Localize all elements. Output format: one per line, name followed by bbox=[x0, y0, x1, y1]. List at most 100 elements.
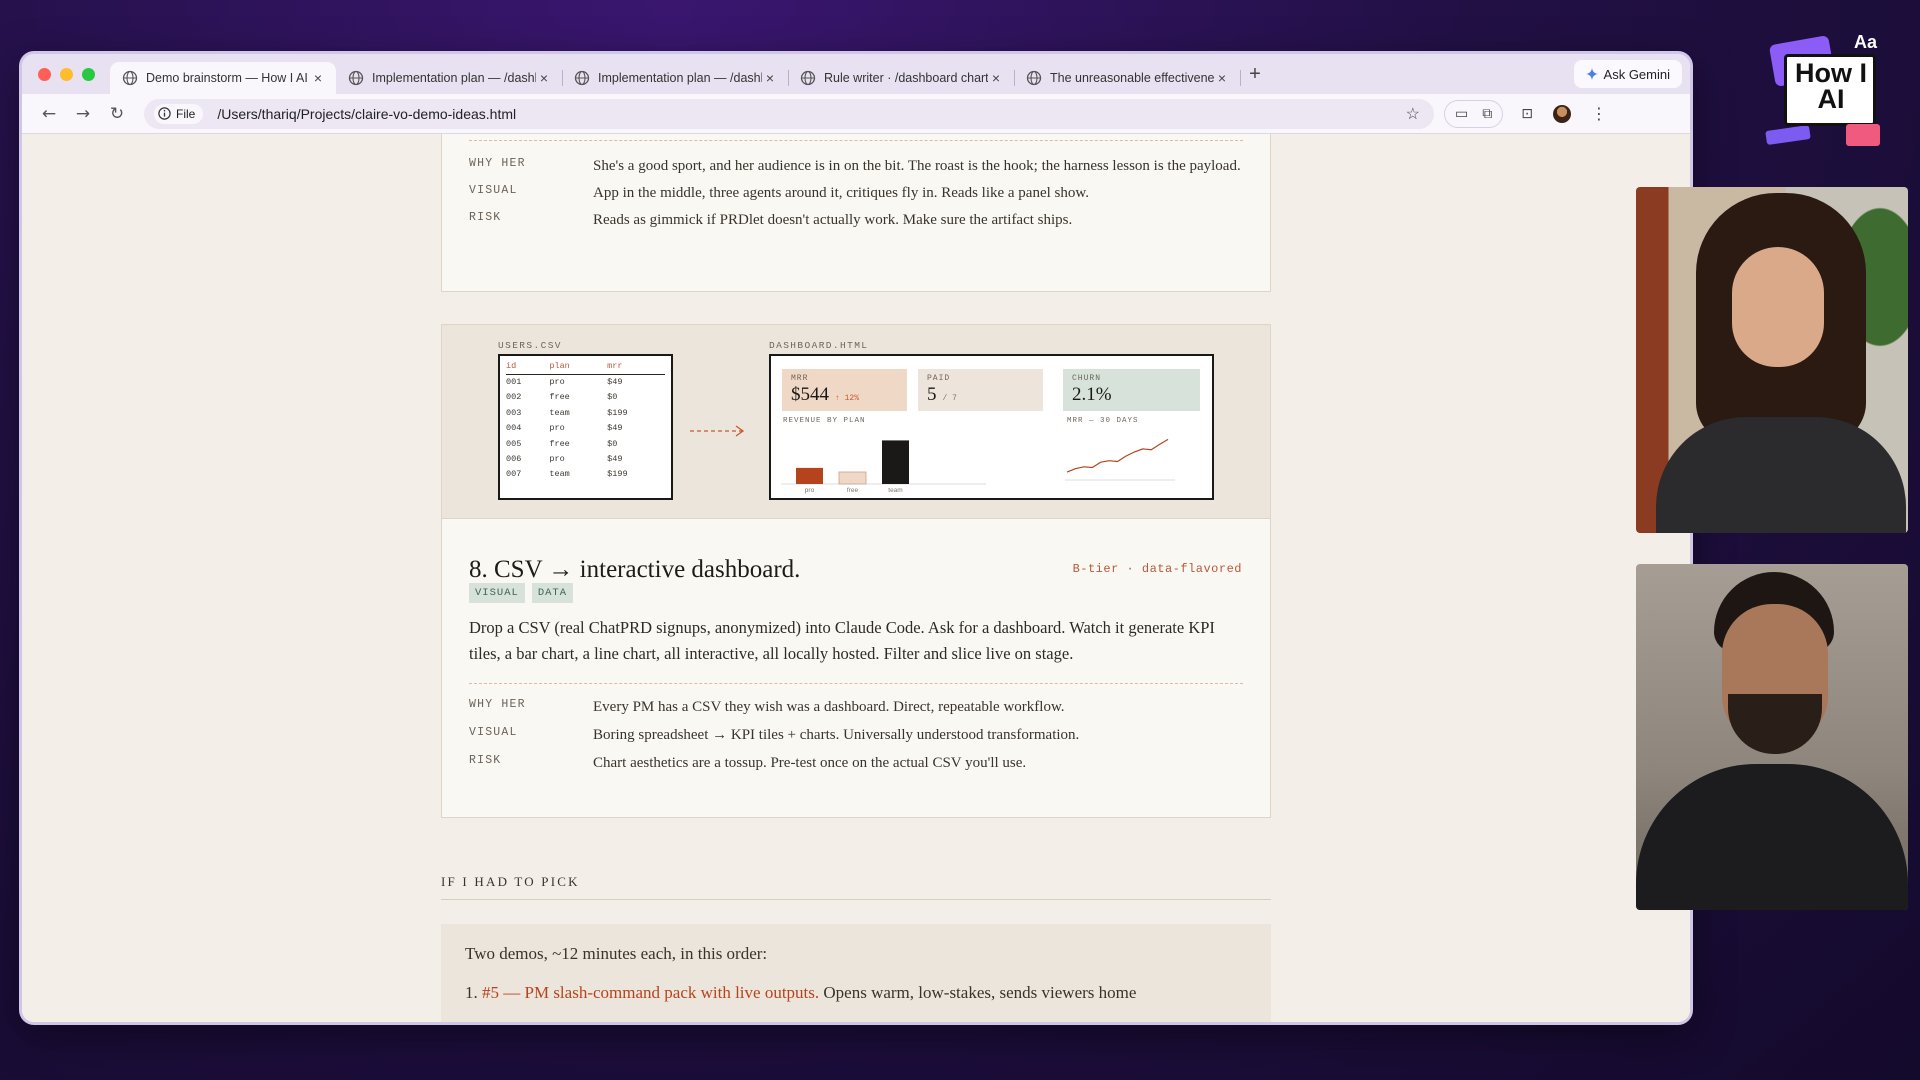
new-tab-button[interactable]: + bbox=[1240, 63, 1270, 86]
idea-card-8: USERS.CSV id plan mrr 001 pro $49 002 free $0 00… bbox=[441, 324, 1271, 818]
bookmark-star-icon[interactable]: ☆ bbox=[1406, 104, 1420, 124]
browser-window: Demo brainstorm — How I AI × Implementat… bbox=[22, 54, 1690, 1022]
face-shape bbox=[1732, 247, 1824, 367]
csv-cell: $0 bbox=[607, 392, 618, 403]
kpi-mrr: MRR $544 ↑ 12% bbox=[782, 369, 907, 411]
globe-icon bbox=[122, 70, 138, 86]
row-value: Chart aesthetics are a tossup. Pre-test … bbox=[593, 755, 1027, 771]
decor-bar-shape bbox=[1765, 125, 1811, 145]
close-tab-icon[interactable]: × bbox=[762, 70, 778, 86]
bar-chart-caption: REVENUE BY PLAN bbox=[783, 417, 866, 425]
tab-unreasonable-effectiveness[interactable]: The unreasonable effectiveness × bbox=[1014, 62, 1241, 94]
csv-cell: pro bbox=[549, 453, 565, 464]
csv-cell: $49 bbox=[607, 377, 623, 387]
profile-avatar[interactable] bbox=[1552, 104, 1571, 123]
csv-cell: pro bbox=[549, 377, 565, 387]
csv-row: 004 pro $49 bbox=[506, 421, 665, 436]
close-tab-icon[interactable]: × bbox=[988, 70, 1004, 86]
back-arrow-icon[interactable]: ← bbox=[32, 104, 66, 124]
row-value: Every PM has a CSV they wish was a dashb… bbox=[593, 699, 1065, 715]
bar-free[interactable] bbox=[838, 471, 867, 485]
shirt-shape bbox=[1636, 764, 1908, 910]
row-visual: VISUAL Boring spreadsheet → KPI tiles + … bbox=[469, 724, 1079, 747]
csv-row: 007 team $199 bbox=[506, 467, 665, 482]
csv-cell: 006 bbox=[506, 453, 522, 464]
tab-title: Rule writer · /dashboard chart bbox=[824, 71, 988, 85]
ask-gemini-label: Ask Gemini bbox=[1603, 66, 1670, 82]
csv-cell: team bbox=[549, 407, 570, 418]
arrow-right-icon bbox=[690, 425, 745, 437]
bar-team[interactable] bbox=[882, 440, 909, 484]
revenue-by-plan-bar-chart[interactable]: pro free team bbox=[781, 426, 1051, 496]
url-text[interactable]: /Users/thariq/Projects/claire-vo-demo-id… bbox=[217, 106, 516, 122]
close-tab-icon[interactable]: × bbox=[1214, 70, 1230, 86]
row-label: WHY HER bbox=[469, 698, 526, 711]
browser-toolbar: ← → ↻ File /Users/thariq/Projects/claire… bbox=[22, 94, 1690, 134]
csv-column-header: plan bbox=[549, 360, 608, 375]
idea-title: 8. CSV → interactive dashboard. bbox=[469, 556, 801, 583]
mrr-line-chart[interactable] bbox=[1065, 426, 1205, 488]
bar-pro[interactable] bbox=[796, 467, 823, 484]
sparkle-icon bbox=[1585, 68, 1598, 80]
row-label: WHY HER bbox=[469, 157, 526, 170]
row-value: Boring spreadsheet → KPI tiles + charts.… bbox=[593, 727, 1080, 743]
dashboard-preview: MRR $544 ↑ 12% PAID 5 / 7 CHURN 2.1% REVEN… bbox=[769, 354, 1214, 500]
ask-gemini-button[interactable]: Ask Gemini bbox=[1573, 60, 1682, 88]
kpi-label: MRR bbox=[791, 374, 809, 383]
tab-search-icon[interactable]: ⊡ bbox=[1521, 106, 1533, 122]
csv-cell: 003 bbox=[506, 407, 522, 418]
mrr-series-line[interactable] bbox=[1066, 438, 1169, 473]
close-window-button[interactable] bbox=[38, 67, 51, 81]
tag-visual: VISUAL bbox=[469, 583, 525, 603]
csv-cell: $49 bbox=[607, 423, 623, 434]
tab-title: Implementation plan — /dashb bbox=[372, 71, 536, 85]
close-tab-icon[interactable]: × bbox=[536, 70, 552, 86]
tab-demo-brainstorm[interactable]: Demo brainstorm — How I AI × bbox=[110, 62, 336, 94]
row-label: VISUAL bbox=[469, 726, 518, 739]
csv-column-header: id bbox=[506, 360, 550, 375]
site-info-chip[interactable]: File bbox=[154, 103, 204, 124]
forward-arrow-icon[interactable]: → bbox=[66, 104, 100, 124]
row-why-her: WHY HER Every PM has a CSV they wish was… bbox=[469, 696, 1079, 719]
reload-icon[interactable]: ↻ bbox=[100, 104, 134, 124]
puzzle-extension-icon[interactable]: ⧉ bbox=[1482, 106, 1492, 122]
row-label: VISUAL bbox=[469, 184, 518, 197]
prev-card-rows: WHY HER She's a good sport, and her audi… bbox=[442, 134, 1270, 232]
address-bar[interactable]: File /Users/thariq/Projects/claire-vo-de… bbox=[144, 98, 1434, 129]
tag-data: DATA bbox=[531, 583, 574, 603]
row-value: App in the middle, three agents around i… bbox=[593, 185, 1089, 201]
csv-cell: 002 bbox=[506, 392, 522, 403]
page-content[interactable]: WHY HER She's a good sport, and her audi… bbox=[22, 134, 1690, 1022]
kpi-value: 5 bbox=[927, 384, 937, 405]
globe-icon bbox=[348, 70, 364, 86]
reader-extension-icon[interactable]: ▭ bbox=[1455, 106, 1468, 122]
kpi-delta: ↑ 12% bbox=[835, 394, 860, 403]
csv-header-row: id plan mrr bbox=[506, 360, 665, 375]
more-menu-icon[interactable]: ⋮ bbox=[1591, 104, 1607, 123]
line-chart-caption: MRR — 30 DAYS bbox=[1067, 417, 1139, 425]
tab-rule-writer[interactable]: Rule writer · /dashboard chart × bbox=[788, 62, 1015, 94]
csv-cell: $199 bbox=[607, 469, 628, 480]
row-label: RISK bbox=[469, 211, 502, 224]
csv-cell: $49 bbox=[607, 453, 623, 464]
csv-row: 003 team $199 bbox=[506, 406, 665, 421]
logo-aa-text: Aa bbox=[1854, 32, 1878, 52]
csv-table-preview: id plan mrr 001 pro $49 002 free $0 003 team $199 0… bbox=[498, 354, 673, 500]
zoom-window-button[interactable] bbox=[82, 67, 95, 81]
csv-row: 005 free $0 bbox=[506, 437, 665, 452]
idea-rows: WHY HER Every PM has a CSV they wish was… bbox=[442, 696, 1107, 775]
shirt-shape bbox=[1656, 417, 1906, 533]
tab-implementation-plan-2[interactable]: Implementation plan — /dashb × bbox=[562, 62, 789, 94]
csv-cell: pro bbox=[549, 423, 565, 434]
bar-tick-label: team bbox=[888, 487, 902, 494]
close-tab-icon[interactable]: × bbox=[310, 70, 326, 86]
minimize-window-button[interactable] bbox=[60, 67, 73, 81]
participant-video-host bbox=[1636, 187, 1908, 533]
dashboard-caption: DASHBOARD.HTML bbox=[769, 340, 869, 351]
csv-cell: team bbox=[549, 469, 570, 480]
tab-implementation-plan-1[interactable]: Implementation plan — /dashb × bbox=[336, 62, 563, 94]
globe-icon bbox=[1026, 70, 1042, 86]
beard-shape bbox=[1728, 694, 1822, 754]
csv-body: 001 pro $49 002 free $0 003 team $199 004 pro $49 00… bbox=[506, 375, 665, 483]
csv-column-header: mrr bbox=[607, 360, 665, 375]
